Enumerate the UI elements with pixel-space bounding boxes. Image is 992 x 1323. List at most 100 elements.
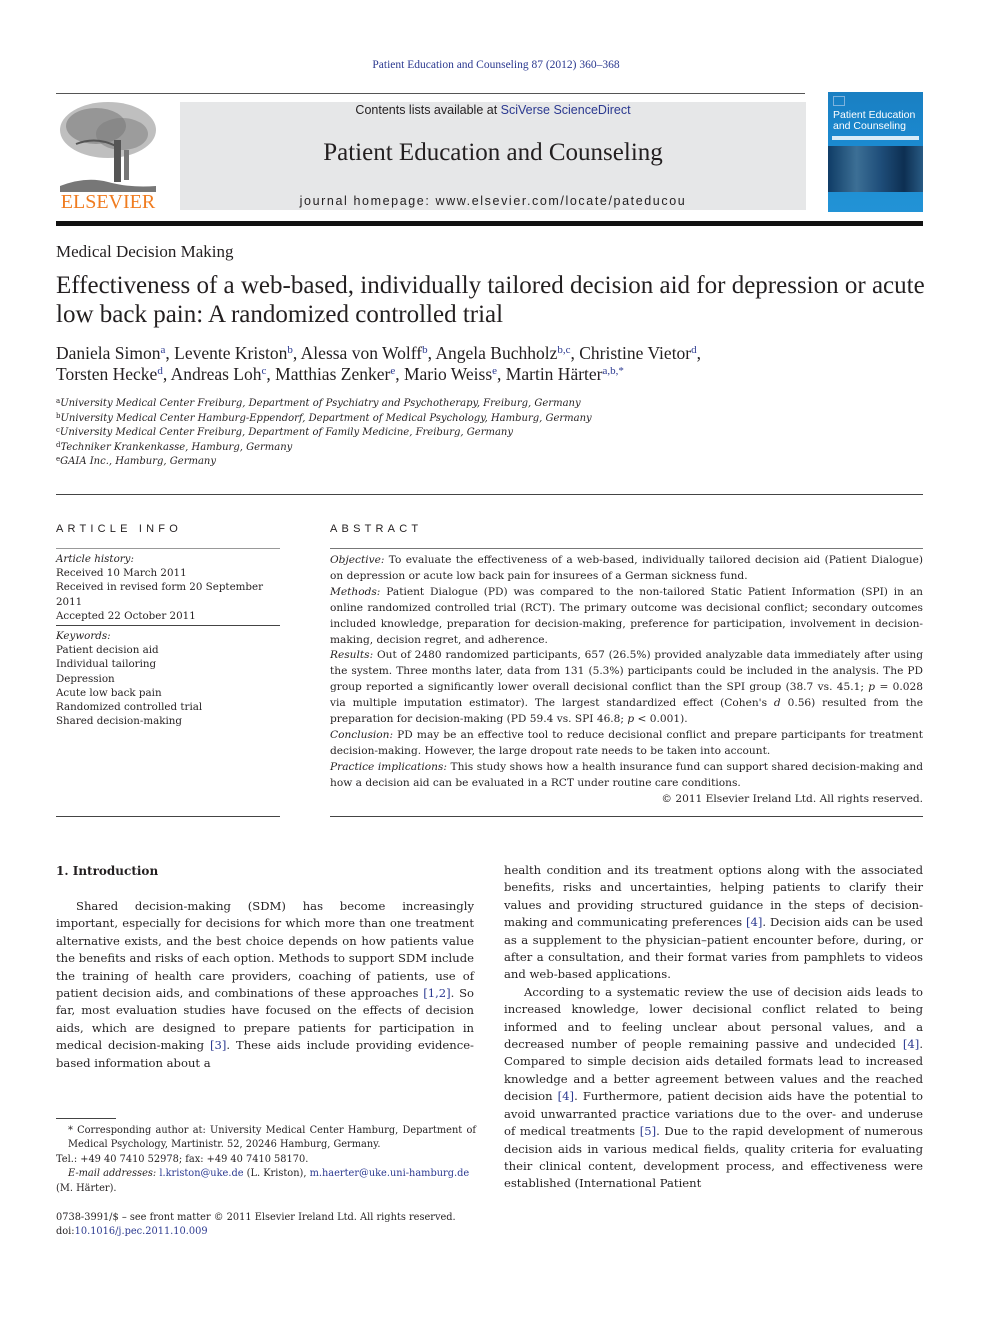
- author: Mario Weisse,: [404, 364, 506, 384]
- author-separator: ,: [696, 343, 702, 363]
- conclusion-label: Conclusion:: [330, 728, 394, 741]
- d-symbol: d: [773, 697, 781, 710]
- methods-text: Patient Dialogue (PD) was compared to th…: [330, 585, 923, 646]
- author: Levente Kristonb,: [174, 343, 301, 363]
- abstract-results: Results: Out of 2480 randomized particip…: [330, 648, 923, 728]
- affiliation-item: eGAIA Inc., Hamburg, Germany: [56, 455, 656, 470]
- results-text: Out of 2480 randomized participants, 657…: [330, 649, 923, 694]
- author-name: Angela Buchholz: [435, 343, 558, 363]
- citation-link[interactable]: [5]: [640, 1124, 656, 1138]
- doi-prefix: doi:: [56, 1226, 75, 1238]
- affiliation-item: bUniversity Medical Center Hamburg-Eppen…: [56, 412, 656, 427]
- author-separator: ,: [165, 343, 175, 363]
- body-paragraph: According to a systematic review the use…: [504, 984, 923, 1193]
- citation-link[interactable]: [4]: [746, 915, 762, 929]
- paragraph-text: Shared decision-making (SDM) has become …: [56, 899, 474, 1001]
- affiliation-text: Techniker Krankenkasse, Hamburg, Germany: [60, 441, 293, 453]
- citation-link[interactable]: [1,2]: [423, 986, 450, 1000]
- author-name: Christine Vietor: [579, 343, 692, 363]
- affiliation-item: cUniversity Medical Center Freiburg, Dep…: [56, 426, 656, 441]
- author-list: Daniela Simona, Levente Kristonb, Alessa…: [56, 343, 926, 385]
- email-owner: (M. Härter).: [56, 1182, 117, 1194]
- journal-masthead: Contents lists available at SciVerse Sci…: [180, 102, 806, 210]
- history-item: Received in revised form 20 September 20…: [56, 581, 264, 608]
- journal-cover-thumbnail[interactable]: Patient Education and Counseling: [828, 92, 923, 212]
- history-item: Received 10 March 2011: [56, 567, 187, 580]
- divider: [56, 816, 280, 817]
- footnote-rule: [56, 1118, 116, 1119]
- author: Christine Vietord,: [579, 343, 701, 363]
- divider: [56, 548, 280, 549]
- author: Angela Buchholzb,c,: [435, 343, 579, 363]
- keyword-item: Individual tailoring: [56, 658, 157, 671]
- author-name: Martin Härter: [505, 364, 603, 384]
- author-name: Torsten Hecke: [56, 364, 158, 384]
- article-history: Article history: Received 10 March 2011 …: [56, 552, 286, 623]
- doi-link[interactable]: 10.1016/j.pec.2011.10.009: [75, 1226, 208, 1237]
- citation-link[interactable]: [4]: [903, 1037, 919, 1051]
- author: Martin Härtera,b,*: [506, 364, 624, 384]
- elsevier-wordmark: ELSEVIER: [60, 191, 156, 213]
- history-label: Article history:: [56, 553, 134, 565]
- elsevier-logo[interactable]: ELSEVIER: [56, 100, 160, 214]
- author-separator: ,: [395, 364, 404, 384]
- email-addresses: E-mail addresses: l.kriston@uke.de (L. K…: [56, 1167, 476, 1181]
- contents-availability: Contents lists available at SciVerse Sci…: [180, 103, 806, 117]
- journal-homepage[interactable]: journal homepage: www.elsevier.com/locat…: [180, 194, 806, 208]
- author-name: Daniela Simon: [56, 343, 161, 363]
- author-separator: ,: [162, 364, 171, 384]
- article-title: Effectiveness of a web-based, individual…: [56, 272, 925, 328]
- affiliation-text: GAIA Inc., Hamburg, Germany: [60, 456, 217, 467]
- affiliation-item: aUniversity Medical Center Freiburg, Dep…: [56, 397, 656, 412]
- footnotes: * Corresponding author at: University Me…: [56, 1124, 476, 1196]
- introduction-heading: 1. Introduction: [56, 864, 159, 878]
- author: Torsten Hecked,: [56, 364, 171, 384]
- divider: [56, 625, 280, 626]
- cover-title: Patient Education and Counseling: [833, 110, 915, 132]
- affiliation-text: University Medical Center Freiburg, Depa…: [59, 427, 514, 438]
- affiliation-item: dTechniker Krankenkasse, Hamburg, German…: [56, 441, 656, 456]
- keyword-item: Acute low back pain: [56, 686, 162, 699]
- running-head-citation[interactable]: Patient Education and Counseling 87 (201…: [0, 59, 992, 71]
- author-separator: ,: [266, 364, 276, 384]
- body-paragraph: health condition and its treatment optio…: [504, 862, 923, 984]
- results-text: < 0.001).: [634, 713, 688, 726]
- abstract-heading: ABSTRACT: [330, 523, 423, 535]
- affiliation-marker[interactable]: a,b,*: [603, 365, 624, 377]
- results-label: Results:: [330, 649, 374, 662]
- cover-title-line-2: and Counseling: [833, 120, 906, 132]
- affiliation-list: aUniversity Medical Center Freiburg, Dep…: [56, 397, 656, 470]
- top-rule: [56, 93, 805, 94]
- divider: [330, 816, 923, 817]
- citation-link[interactable]: [3]: [210, 1038, 226, 1052]
- cover-publisher-icon: [833, 96, 845, 106]
- author: Andreas Lohc,: [171, 364, 276, 384]
- author: Daniela Simona,: [56, 343, 174, 363]
- author: Alessa von Wolffb,: [301, 343, 436, 363]
- email-link[interactable]: m.haerter@uke.uni-hamburg.de: [310, 1168, 470, 1179]
- conclusion-text: PD may be an effective tool to reduce de…: [330, 728, 923, 757]
- keyword-item: Depression: [56, 672, 115, 685]
- author-name: Matthias Zenker: [275, 364, 391, 384]
- methods-label: Methods:: [330, 585, 381, 598]
- body-column-left: Shared decision-making (SDM) has become …: [56, 898, 474, 1072]
- author-separator: ,: [292, 343, 301, 363]
- abstract-objective: Objective: To evaluate the effectiveness…: [330, 553, 923, 585]
- author-separator: ,: [497, 364, 506, 384]
- affiliation-text: University Medical Center Hamburg-Eppend…: [60, 412, 592, 424]
- body-paragraph: Shared decision-making (SDM) has become …: [56, 898, 474, 1072]
- keywords: Keywords: Patient decision aid Individua…: [56, 629, 286, 728]
- keyword-item: Shared decision-making: [56, 715, 182, 728]
- email-link[interactable]: l.kriston@uke.de: [159, 1168, 243, 1179]
- author-name: Andreas Loh: [170, 364, 262, 384]
- citation-link[interactable]: [4]: [558, 1089, 574, 1103]
- journal-title: Patient Education and Counseling: [323, 139, 663, 166]
- section-divider: [56, 494, 923, 495]
- body-column-right: health condition and its treatment optio…: [504, 862, 923, 1193]
- sciencedirect-link[interactable]: SciVerse ScienceDirect: [501, 103, 631, 117]
- elsevier-tree-icon: [60, 102, 156, 192]
- affiliation-marker[interactable]: b,c: [557, 344, 570, 356]
- keywords-label: Keywords:: [56, 630, 111, 642]
- author: Matthias Zenkere,: [275, 364, 404, 384]
- abstract-methods: Methods: Patient Dialogue (PD) was compa…: [330, 585, 923, 649]
